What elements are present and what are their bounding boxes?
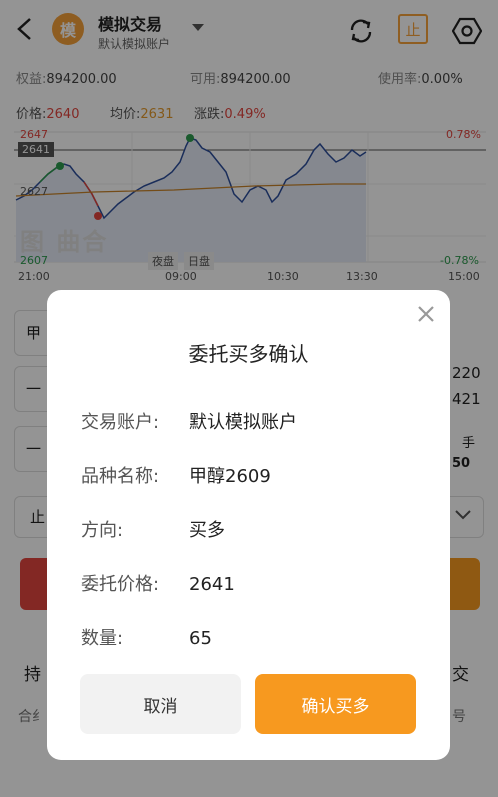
direction-label: 方向: — [81, 520, 124, 541]
confirm-buy-long-button[interactable]: 确认买多 — [255, 674, 416, 734]
quantity-label: 数量: — [81, 628, 124, 649]
dialog-title: 委托买多确认 — [188, 342, 309, 366]
instrument-row: 品种名称: 甲醇2609 — [81, 462, 271, 488]
close-icon[interactable] — [416, 304, 436, 324]
account-label: 交易账户: — [81, 412, 160, 433]
instrument-label: 品种名称: — [81, 466, 160, 487]
account-value: 默认模拟账户 — [189, 412, 297, 433]
quantity-row: 数量: 65 — [81, 624, 212, 650]
direction-value: 买多 — [189, 520, 225, 541]
account-row: 交易账户: 默认模拟账户 — [81, 408, 297, 434]
order-price-label: 委托价格: — [81, 574, 160, 595]
direction-row: 方向: 买多 — [81, 516, 225, 542]
order-price-row: 委托价格: 2641 — [81, 570, 235, 596]
quantity-value: 65 — [189, 628, 212, 649]
instrument-value: 甲醇2609 — [189, 466, 271, 487]
order-price-value: 2641 — [189, 574, 235, 595]
cancel-button[interactable]: 取消 — [80, 674, 241, 734]
order-confirm-dialog: 委托买多确认 交易账户: 默认模拟账户 品种名称: 甲醇2609 方向: 买多 委托价… — [47, 290, 450, 760]
